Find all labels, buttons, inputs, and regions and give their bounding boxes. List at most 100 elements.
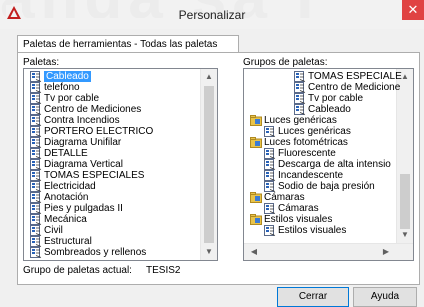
palette-item-label: Pies y pulgadas II xyxy=(44,203,123,214)
collapse-icon[interactable]: − xyxy=(243,216,244,224)
palette-icon xyxy=(264,126,276,137)
tab-panel: Paletas: ▲ ▼ Cableado telefono Tv por cabl… xyxy=(17,52,420,285)
collapse-icon[interactable]: − xyxy=(243,139,244,147)
collapse-icon[interactable]: − xyxy=(243,117,244,125)
palette-list-item[interactable]: DETALLE xyxy=(26,148,88,159)
palette-icon xyxy=(30,82,42,93)
palette-icon xyxy=(30,247,42,258)
scroll-down-arrow-icon[interactable]: ▼ xyxy=(201,244,217,260)
palette-list-item[interactable]: Sombreados y rellenos xyxy=(26,247,146,258)
palettes-label: Paletas: xyxy=(23,57,60,68)
palette-item-label: Mecánica xyxy=(44,214,87,225)
palette-list-item[interactable]: Civil xyxy=(26,225,63,236)
tree-node-label: Luces fotométricas xyxy=(264,137,348,148)
customize-dialog: anda sa I Personalizar ✕ Paletas de herr… xyxy=(0,0,424,307)
tree-palette-node[interactable]: Luces genéricas xyxy=(260,126,351,137)
scroll-thumb[interactable] xyxy=(204,86,214,243)
tree-node-label: Tv por cable xyxy=(308,93,364,104)
palette-icon xyxy=(30,203,42,214)
close-window-button[interactable]: ✕ xyxy=(402,0,424,20)
tree-palette-node[interactable]: Cableado xyxy=(290,104,351,115)
close-button[interactable]: Cerrar xyxy=(277,287,349,307)
palette-list-item[interactable]: Centro de Mediciones xyxy=(26,104,141,115)
palette-list-item[interactable]: Diagrama Vertical xyxy=(26,159,123,170)
tree-group-node[interactable]: − Estilos visuales xyxy=(246,214,332,225)
palette-item-label: Centro de Mediciones xyxy=(44,104,142,115)
close-icon: ✕ xyxy=(407,2,419,17)
palette-icon xyxy=(30,236,42,247)
collapse-icon[interactable]: − xyxy=(243,194,244,202)
palette-icon xyxy=(30,71,42,82)
tab-all-palettes[interactable]: Paletas de herramientas - Todas las pale… xyxy=(17,35,239,53)
palette-list-item[interactable]: telefono xyxy=(26,82,80,93)
palette-list-item[interactable]: TOMAS ESPECIALES xyxy=(26,170,144,181)
palette-groups-tree[interactable]: ▲ ▼ ◀ ▶ TOMAS ESPECIALE Centro de Medicio… xyxy=(243,68,414,261)
tree-node-label: Estilos visuales xyxy=(278,225,347,236)
palette-icon xyxy=(294,82,306,93)
tree-group-node[interactable]: − Luces fotométricas xyxy=(246,137,348,148)
tree-node-label: Luces genéricas xyxy=(278,126,351,137)
palette-item-label: DETALLE xyxy=(44,148,88,159)
palette-icon xyxy=(30,214,42,225)
scroll-left-arrow-icon[interactable]: ◀ xyxy=(246,244,262,260)
folder-icon xyxy=(250,115,262,126)
palette-icon xyxy=(264,159,276,170)
tree-palette-node[interactable]: TOMAS ESPECIALE xyxy=(290,71,402,82)
groups-vertical-scrollbar[interactable]: ▲ ▼ xyxy=(396,69,413,243)
palette-item-label: TOMAS ESPECIALES xyxy=(44,170,145,181)
scroll-down-arrow-icon[interactable]: ▼ xyxy=(397,227,413,243)
palette-item-label: Estructural xyxy=(44,236,92,247)
tree-group-node[interactable]: − Cámaras xyxy=(246,192,305,203)
tree-palette-node[interactable]: Tv por cable xyxy=(290,93,363,104)
palette-icon xyxy=(264,148,276,159)
palette-item-label: Anotación xyxy=(44,192,89,203)
palette-icon xyxy=(30,104,42,115)
palette-list-item[interactable]: Anotación xyxy=(26,192,88,203)
palettes-list[interactable]: ▲ ▼ Cableado telefono Tv por cable Centro d… xyxy=(23,68,218,261)
scroll-up-arrow-icon[interactable]: ▲ xyxy=(201,69,217,85)
window-title: Personalizar xyxy=(178,8,246,22)
tree-palette-node[interactable]: Descarga de alta intensio xyxy=(260,159,391,170)
help-button[interactable]: Ayuda xyxy=(353,287,417,307)
title-bar[interactable]: anda sa I Personalizar ✕ xyxy=(0,0,424,29)
tree-palette-node[interactable]: Centro de Medicione xyxy=(290,82,400,93)
palette-list-item[interactable]: Pies y pulgadas II xyxy=(26,203,123,214)
groups-horizontal-scrollbar[interactable]: ◀ ▶ xyxy=(244,243,413,260)
tree-node-label: Descarga de alta intensio xyxy=(278,159,391,170)
tree-palette-node[interactable]: Cámaras xyxy=(260,203,319,214)
palette-list-item[interactable]: Estructural xyxy=(26,236,92,247)
palette-icon xyxy=(294,93,306,104)
tree-palette-node[interactable]: Fluorescente xyxy=(260,148,336,159)
palette-list-item[interactable]: Diagrama Unifilar xyxy=(26,137,121,148)
palette-icon xyxy=(264,225,276,236)
scroll-thumb[interactable] xyxy=(400,174,410,229)
palette-list-item[interactable]: Tv por cable xyxy=(26,93,99,104)
palette-icon xyxy=(30,170,42,181)
folder-icon xyxy=(250,192,262,203)
palette-item-label: Diagrama Unifilar xyxy=(44,137,122,148)
scroll-right-arrow-icon[interactable]: ▶ xyxy=(378,244,394,260)
tree-node-label: Cableado xyxy=(308,104,351,115)
palette-item-label: Diagrama Vertical xyxy=(44,159,123,170)
tree-node-label: Estilos visuales xyxy=(264,214,333,225)
tree-node-label: Luces genéricas xyxy=(264,115,337,126)
palette-item-label: telefono xyxy=(44,82,80,93)
tree-palette-node[interactable]: Estilos visuales xyxy=(260,225,346,236)
tree-node-label: TOMAS ESPECIALE xyxy=(308,71,402,82)
palette-icon xyxy=(30,115,42,126)
tree-node-label: Cámaras xyxy=(264,192,305,203)
palette-list-item[interactable]: Mecánica xyxy=(26,214,87,225)
groups-label: Grupos de paletas: xyxy=(243,57,328,68)
palette-list-item[interactable]: Contra Incendios xyxy=(26,115,120,126)
palette-item-label: Cableado xyxy=(44,71,91,82)
palette-icon xyxy=(264,170,276,181)
palette-list-item[interactable]: Cableado xyxy=(26,71,91,82)
tree-group-node[interactable]: − Luces genéricas xyxy=(246,115,337,126)
palette-icon xyxy=(30,93,42,104)
palette-list-item[interactable]: Electricidad xyxy=(26,181,96,192)
tree-palette-node[interactable]: Sodio de baja presión xyxy=(260,181,375,192)
palettes-vertical-scrollbar[interactable]: ▲ ▼ xyxy=(200,69,217,260)
tree-palette-node[interactable]: Incandescente xyxy=(260,170,343,181)
palette-list-item[interactable]: PORTERO ELECTRICO xyxy=(26,126,153,137)
folder-icon xyxy=(250,137,262,148)
